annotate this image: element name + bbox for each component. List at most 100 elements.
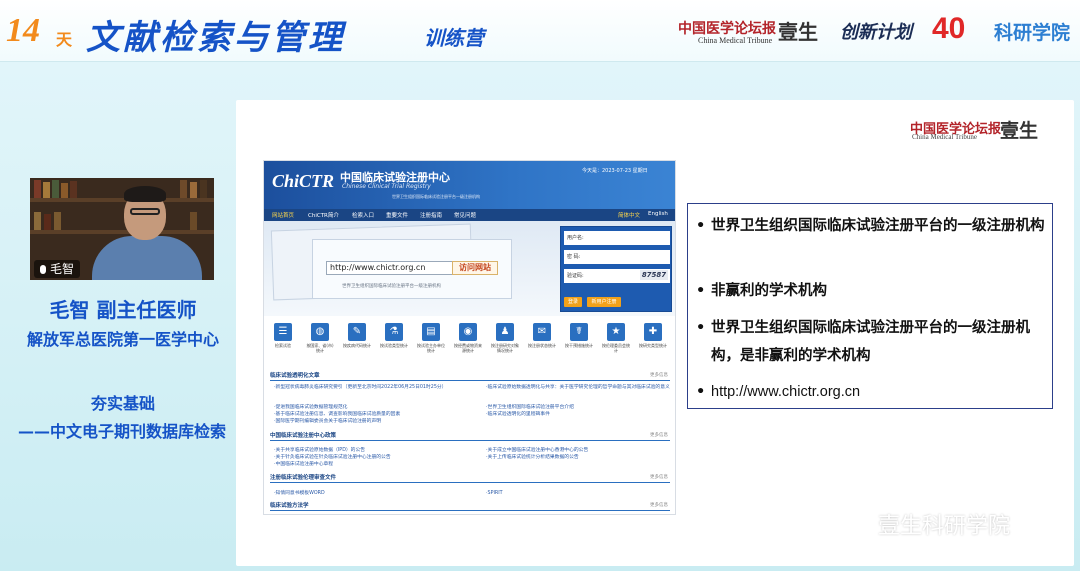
kyy-logo: 科研学院 <box>994 22 1071 44</box>
more-link[interactable]: 更多信息 <box>650 474 668 480</box>
speaker-name-tag: 毛智 <box>34 260 81 278</box>
book <box>180 180 187 198</box>
document-icon: ▤ <box>422 323 440 341</box>
ethics-link[interactable]: ·SPIRIT <box>486 491 672 497</box>
hero-url-field[interactable]: http://www.chictr.org.cn <box>326 261 454 275</box>
nav-guide[interactable]: 注册指南 <box>420 211 442 219</box>
bullet-dot: • <box>696 320 706 336</box>
anniversary-40-logo: 40 <box>932 12 966 45</box>
speaker-glasses <box>130 208 160 215</box>
book <box>34 212 41 230</box>
stats-icon-cell[interactable]: ◉ 按经费或物资来源统计 <box>454 323 482 353</box>
password-field[interactable]: 密 码: <box>564 250 670 264</box>
lang-chinese[interactable]: 简体中文 <box>618 211 640 219</box>
more-link[interactable]: 更多信息 <box>650 502 668 508</box>
speaker-name: 毛智 副主任医师 <box>49 298 197 322</box>
login-button[interactable]: 登录 <box>564 297 582 307</box>
nav-search[interactable]: 检索入口 <box>352 211 374 219</box>
icon-label: 按注册状态统计 <box>528 343 556 348</box>
stats-icon-cell[interactable]: ☰ 检索试验 <box>269 323 297 348</box>
icon-label: 按国家、省(市)统计 <box>306 343 334 353</box>
bullet-panel: • 世界卫生组织国际临床试验注册平台的一级注册机构 • 非赢利的学术机构 • 世… <box>687 203 1053 409</box>
article-link[interactable]: ·临床试验原始数据透明化与共享：关于医学研究伦理的哲学命题与其对临床试验的意义 <box>486 385 672 391</box>
icon-label: 按干预措施统计 <box>565 343 593 348</box>
policy-link[interactable]: ·关于共享临床试验原始数据（IPD）的公告 <box>274 448 474 454</box>
yisheng-logo: 壹生 <box>778 20 818 44</box>
nav-faq[interactable]: 常见问题 <box>454 211 476 219</box>
hero-visit-button[interactable]: 访问网站 <box>452 261 498 275</box>
course-day-unit: 天 <box>56 30 73 49</box>
bullet-item: • 非赢利的学术机构 <box>696 277 1046 305</box>
stats-icon-cell[interactable]: ◍ 按国家、省(市)统计 <box>306 323 334 353</box>
bullet-item: • http://www.chictr.org.cn <box>696 378 1046 406</box>
slide-cmt-logo-en: China Medical Tribune <box>912 133 977 141</box>
hero-caption: 世界卫生组织国际临床试验注册平台一级注册机构 <box>342 284 441 289</box>
bullet-dot: • <box>696 384 706 400</box>
icon-label: 按伦理委员会统计 <box>602 343 630 353</box>
section-header: 临床试验透明化文章 更多信息 <box>270 371 670 381</box>
lang-english[interactable]: English <box>648 211 668 217</box>
captcha-image: 87587 <box>640 270 668 280</box>
register-button[interactable]: 新用户注册 <box>587 297 621 307</box>
bookshelf <box>30 198 214 202</box>
book <box>70 181 77 198</box>
nav-about[interactable]: ChiCTR简介 <box>308 211 339 219</box>
section-title: 临床试验透明化文章 <box>270 373 320 379</box>
stats-icon-cell[interactable]: ★ 按伦理委员会统计 <box>602 323 630 353</box>
more-link[interactable]: 更多信息 <box>650 432 668 438</box>
stats-icon-cell[interactable]: ✚ 按研究类型统计 <box>639 323 667 348</box>
book <box>54 212 61 230</box>
book <box>190 182 197 198</box>
flask-icon: ⚗ <box>385 323 403 341</box>
section-title: 临床试验方法学 <box>270 503 309 509</box>
article-link[interactable]: ·临床试验透明化的里程碑事件 <box>486 412 672 418</box>
stats-icon-cell[interactable]: ▤ 按试验主办单位统计 <box>417 323 445 353</box>
icon-label: 按研究类型统计 <box>639 343 667 348</box>
chictr-website-screenshot: ChiCTR 中国临床试验注册中心 Chinese Clinical Trial… <box>263 160 676 515</box>
article-link[interactable]: ·新型冠状病毒肺炎临床研究要引（更新至北京时间2022年06月25日01时25分… <box>274 385 464 391</box>
wechat-icon <box>838 510 870 532</box>
stats-icon-cell[interactable]: ⚗ 按试验类型统计 <box>380 323 408 348</box>
nav-documents[interactable]: 重要文件 <box>386 211 408 219</box>
ethics-link[interactable]: ·知情同意书模板WORD <box>274 491 474 497</box>
username-label: 用户名: <box>567 235 584 241</box>
article-link[interactable]: ·世界卫生组织国际临床试验注册平台介绍 <box>486 405 672 411</box>
article-link[interactable]: ·促进我国临床试验数据管理规范化 <box>274 405 464 411</box>
speaker-organization: 解放军总医院第一医学中心 <box>26 330 219 349</box>
course-number: 14 <box>6 12 40 49</box>
policy-link[interactable]: ·关于针灸临床试验在针灸临床试验注册中心注册的公告 <box>274 455 474 461</box>
stats-icon-cell[interactable]: ✉ 按注册状态统计 <box>528 323 556 348</box>
globe-icon: ◍ <box>311 323 329 341</box>
section-header: 临床试验方法学 更多信息 <box>270 501 670 511</box>
captcha-field[interactable]: 验证码: 87587 <box>564 269 670 283</box>
username-field[interactable]: 用户名: <box>564 231 670 245</box>
header-bar: 14 天 文献检索与管理 训练营 中国医学论坛报 China Medical T… <box>0 0 1080 62</box>
password-label: 密 码: <box>567 254 581 260</box>
stats-icon-cell[interactable]: ✎ 按疾病代码统计 <box>343 323 371 348</box>
speaker-hair <box>124 186 166 202</box>
login-box: 用户名: 密 码: 验证码: 87587 登录 新用户注册 <box>560 226 672 312</box>
policy-link[interactable]: ·关于成立中国临床试验注册中心香港中心的公告 <box>486 448 672 454</box>
captcha-label: 验证码: <box>567 273 584 279</box>
book <box>44 214 51 230</box>
nav-home[interactable]: 网站首页 <box>272 211 294 219</box>
book <box>200 180 207 198</box>
stats-icon-cell[interactable]: ☤ 按干预措施统计 <box>565 323 593 348</box>
bullet-url-text[interactable]: http://www.chictr.org.cn <box>696 378 1046 406</box>
more-link[interactable]: 更多信息 <box>650 372 668 378</box>
section-header: 中国临床试验注册中心政策 更多信息 <box>270 431 670 441</box>
article-link[interactable]: ·基于临床试验注册信息、调查影响我国临床试验质量的因素 <box>274 412 464 418</box>
site-nav: 网站首页 ChiCTR简介 检索入口 重要文件 注册指南 常见问题 简体中文 E… <box>264 209 675 221</box>
policy-link[interactable]: ·中国临床试验注册中心章程 <box>274 462 474 468</box>
course-subtitle: 训练营 <box>424 26 484 50</box>
bullet-dot: • <box>696 218 706 234</box>
icon-label: 按注册研究对象情况统计 <box>491 343 519 353</box>
article-link[interactable]: ·国际医学期刊编辑委员会关于临床试验注册的声明 <box>274 419 464 425</box>
watermark-text: 壹生科研学院 <box>878 514 1011 539</box>
book <box>52 180 59 198</box>
speaker-tag-text: 毛智 <box>50 262 75 276</box>
bullet-text: 世界卫生组织国际临床试验注册平台的一级注册机构，是非赢利的学术机构 <box>711 320 1030 364</box>
stats-icon-cell[interactable]: ♟ 按注册研究对象情况统计 <box>491 323 519 353</box>
cmt-logo: 中国医学论坛报 <box>678 22 776 37</box>
policy-link[interactable]: ·关于上传临床试验统计分析结果数据的公告 <box>486 455 672 461</box>
